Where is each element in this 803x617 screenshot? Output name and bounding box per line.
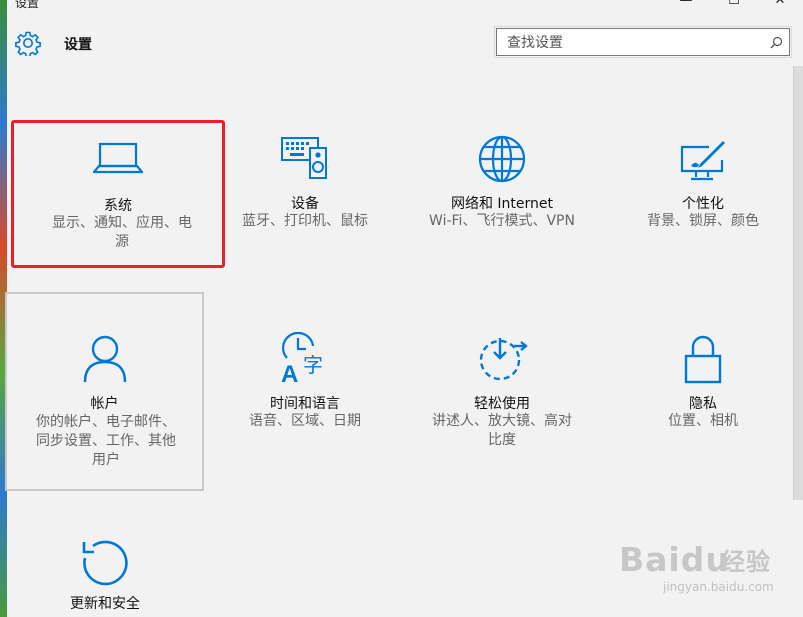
tile-accounts-desc-line: 用户 [92, 452, 120, 468]
settings-window: 设置 — ☐ ✕ 设置 系统 [5, 0, 803, 617]
tile-ease-desc-line: 讲述人、放大镜、高对 [432, 413, 572, 429]
tile-personalization-name: 个性化 [682, 196, 724, 212]
tile-system-desc-line: 源 [115, 234, 129, 250]
search-icon[interactable] [770, 36, 783, 49]
tile-time-language[interactable]: A 字 时间和语言 语音、区域、日期 [215, 330, 395, 470]
tile-ease-of-access-desc: 讲述人、放大镜、高对 比度 [407, 412, 597, 450]
watermark-brand-cn: 经验 [721, 548, 771, 576]
tile-accounts[interactable]: 帐户 你的帐户、电子邮件、 同步设置、工作、其他 用户 [5, 292, 204, 491]
watermark-brand: Baidu [619, 540, 730, 579]
window-title: 设置 [15, 0, 40, 10]
tile-update-security[interactable]: 更新和安全 [15, 530, 195, 617]
title-bar: 设置 — ☐ ✕ [7, 0, 803, 12]
maximize-button[interactable]: ☐ [711, 0, 757, 10]
tile-accounts-name: 帐户 [90, 396, 119, 412]
tile-accounts-desc-line: 同步设置、工作、其他 [36, 433, 176, 449]
tile-system[interactable]: 系统 显示、通知、应用、电 源 [11, 120, 225, 268]
tile-time-language-name: 时间和语言 [270, 396, 340, 412]
watermark-url: jingyan.baidu.com [663, 580, 774, 594]
minimize-icon: — [679, 0, 693, 8]
tile-network-name: 网络和 Internet [450, 196, 554, 212]
minimize-button[interactable]: — [663, 0, 709, 10]
tile-system-desc-line: 显示、通知、应用、电 [52, 215, 192, 231]
close-button[interactable]: ✕ [757, 0, 803, 10]
page-title: 设置 [64, 37, 92, 53]
tile-devices[interactable]: 设备 蓝牙、打印机、鼠标 [215, 130, 395, 270]
tile-privacy[interactable]: 隐私 位置、相机 [613, 330, 793, 470]
paintbrush-icon [680, 141, 725, 181]
scrollbar[interactable] [793, 66, 803, 500]
tile-system-name: 系统 [104, 198, 132, 214]
close-icon: ✕ [774, 0, 786, 8]
tile-devices-name: 设备 [291, 196, 319, 212]
tile-personalization-desc: 背景、锁屏、颜色 [647, 213, 759, 229]
svg-text:字: 字 [303, 353, 323, 377]
devices-icon [281, 137, 327, 179]
tile-accounts-desc-line: 你的帐户、电子邮件、 [36, 414, 176, 430]
maximize-icon: ☐ [728, 0, 740, 8]
search-box[interactable] [494, 26, 792, 58]
tile-accounts-desc: 你的帐户、电子邮件、 同步设置、工作、其他 用户 [21, 413, 191, 470]
svg-text:A: A [281, 361, 298, 384]
tile-system-desc: 显示、通知、应用、电 源 [27, 214, 217, 252]
tile-privacy-desc: 位置、相机 [668, 413, 738, 429]
tile-ease-of-access[interactable]: 轻松使用 讲述人、放大镜、高对 比度 [407, 330, 597, 470]
tile-update-security-name: 更新和安全 [70, 596, 140, 612]
lock-icon [684, 335, 722, 384]
laptop-icon [93, 142, 143, 174]
tile-ease-of-access-name: 轻松使用 [474, 396, 530, 412]
tile-network-desc: Wi-Fi、飞行模式、VPN [429, 213, 575, 229]
globe-icon [478, 135, 526, 183]
person-icon [83, 335, 126, 383]
baidu-watermark: Baidu 经验 jingyan.baidu.com [619, 522, 799, 602]
search-input[interactable] [507, 34, 757, 52]
tile-ease-desc-line: 比度 [488, 432, 516, 448]
refresh-icon [82, 540, 128, 586]
tile-devices-desc: 蓝牙、打印机、鼠标 [242, 213, 368, 229]
ease-of-access-icon [479, 338, 528, 381]
gear-icon [15, 31, 41, 56]
tile-privacy-name: 隐私 [689, 396, 717, 412]
tile-network[interactable]: 网络和 Internet Wi-Fi、飞行模式、VPN [407, 130, 597, 270]
tile-personalization[interactable]: 个性化 背景、锁屏、颜色 [613, 130, 793, 270]
time-language-icon: A 字 [281, 332, 323, 384]
tile-time-language-desc: 语音、区域、日期 [249, 413, 361, 429]
settings-header: 设置 [7, 12, 803, 72]
